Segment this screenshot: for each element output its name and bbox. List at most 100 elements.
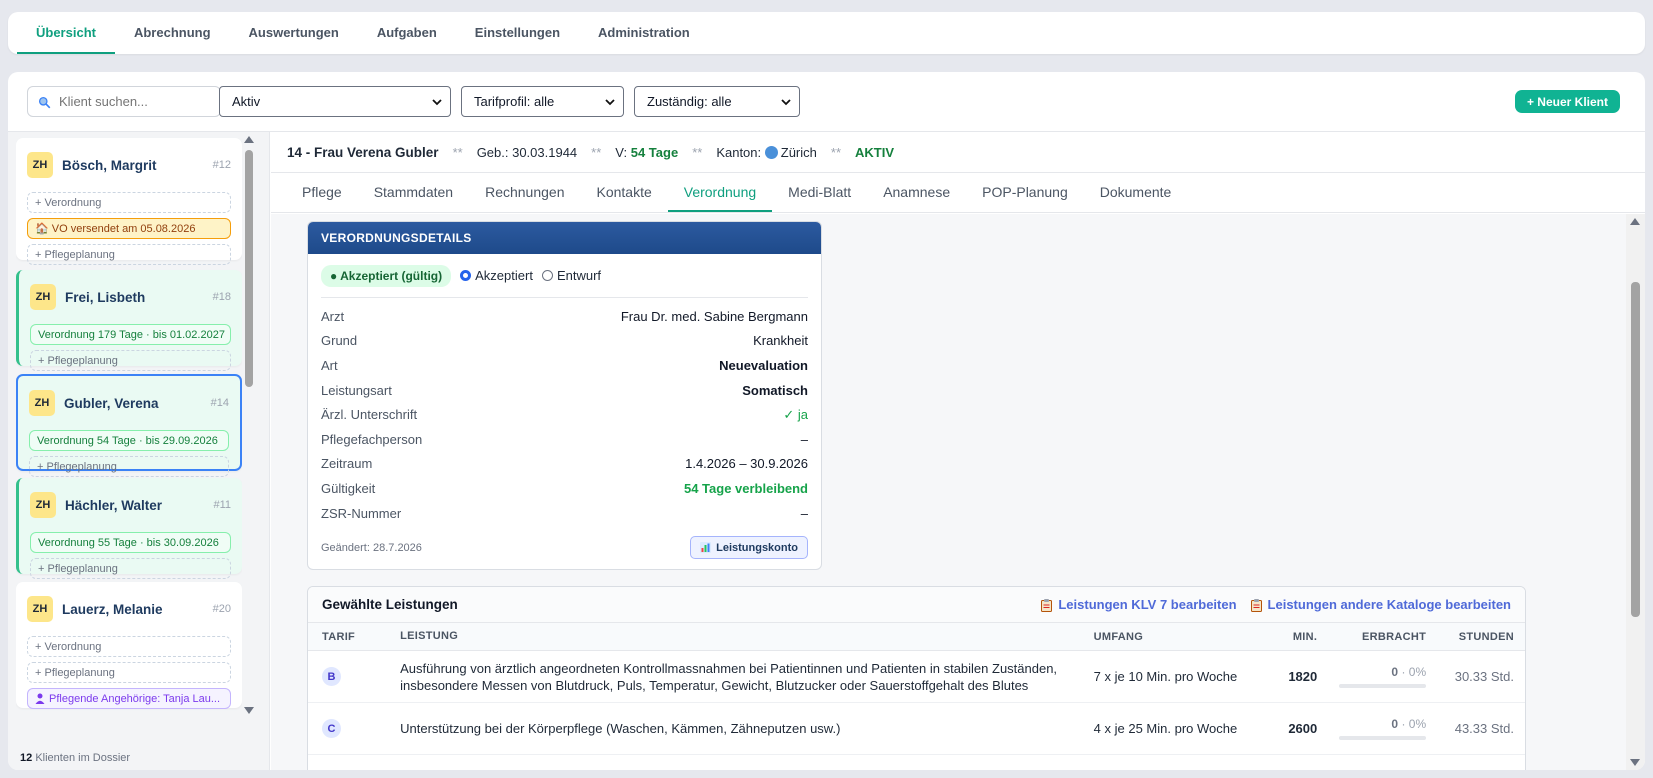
patient-status: AKTIV <box>855 144 895 160</box>
table-row[interactable]: B Ausführung von ärztlich angeordneten K… <box>308 651 1525 703</box>
tab-pop-planung[interactable]: POP-Planung <box>966 173 1084 212</box>
scroll-up-icon[interactable] <box>244 136 254 143</box>
leistung-text: Ausführung von ärztlich angeordneten Kon… <box>400 660 1058 693</box>
client-name: Hächler, Walter <box>65 497 163 513</box>
add-pflegeplanung-button[interactable]: + Pflegeplanung <box>30 350 231 371</box>
nav-tab-einstellungen[interactable]: Einstellungen <box>456 12 579 54</box>
client-search[interactable] <box>27 86 221 117</box>
detail-key: Ärzl. Unterschrift <box>321 407 418 423</box>
verordnung-scroll-area: VERORDNUNGSDETAILS ● Akzeptiert (gültig)… <box>271 214 1645 770</box>
table-row[interactable]: C Unterstützung bei der Körperpflege (Wa… <box>308 703 1525 755</box>
erbracht-bar <box>1339 736 1427 740</box>
kanton-label: Kanton: <box>716 144 762 160</box>
tarif-badge: C <box>322 719 341 738</box>
client-card[interactable]: ZH Frei, Lisbeth #18 Verordnung 179 Tage… <box>16 270 242 371</box>
client-id: #11 <box>213 499 231 511</box>
detail-value: ✓ ja <box>783 406 808 422</box>
edit-other-catalogs-link[interactable]: Leistungen andere Kataloge bearbeiten <box>1250 597 1511 613</box>
tab-anamnese[interactable]: Anamnese <box>867 173 966 212</box>
status-badge: ● Akzeptiert (gültig) <box>321 264 452 287</box>
detail-key: Pflegefachperson <box>321 431 423 447</box>
nav-tab-uebersicht[interactable]: Übersicht <box>17 12 115 54</box>
verordnung-days-label: V: <box>615 144 628 160</box>
kanton-flag-icon <box>764 145 778 159</box>
add-pflegeplanung-button[interactable]: + Pflegeplanung <box>30 558 231 579</box>
verordnung-status-badge: Verordnung 179 Tage · bis 01.02.2027 <box>30 324 231 345</box>
scroll-down-icon[interactable] <box>1630 759 1640 766</box>
chevron-down-icon <box>605 98 615 105</box>
patient-content: 14 - Frau Verena Gubler ** Geb.: 30.03.1… <box>271 132 1645 770</box>
content-scroll-thumb[interactable] <box>1631 282 1640 617</box>
kanton-badge: ZH <box>27 152 53 178</box>
tarifprofil-select[interactable]: Tarifprofil: alle <box>461 86 624 117</box>
client-card[interactable]: ZH Hächler, Walter #11 Verordnung 55 Tag… <box>16 478 242 579</box>
sidebar-scrollbar[interactable] <box>244 136 256 714</box>
content-scrollbar[interactable] <box>1626 214 1645 770</box>
radio-akzeptiert-label: Akzeptiert <box>475 268 533 283</box>
caregiver-badge: Pflegende Angehörige: Tanja Lau... <box>27 688 231 709</box>
nav-tab-administration[interactable]: Administration <box>579 12 709 54</box>
status-select[interactable]: Aktiv <box>219 86 451 117</box>
scroll-up-icon[interactable] <box>1630 218 1640 225</box>
detail-value: – <box>800 431 808 447</box>
tab-dokumente[interactable]: Dokumente <box>1084 173 1188 212</box>
erbracht-value: 0 <box>1391 665 1399 679</box>
nav-tab-auswertungen[interactable]: Auswertungen <box>230 12 358 54</box>
details-list: Arzt Frau Dr. med. Sabine Bergmann Grund K… <box>321 298 808 525</box>
radio-entwurf-label: Entwurf <box>556 268 602 283</box>
detail-value: Somatisch <box>742 382 808 398</box>
radio-akzeptiert[interactable]: Akzeptiert <box>460 268 533 283</box>
umfang-text: 4 x je 25 Min. pro Woche <box>1093 720 1238 736</box>
detail-key: Leistungsart <box>321 382 392 398</box>
tarifprofil-select-value: Tarifprofil: alle <box>474 94 555 109</box>
tab-rechnungen[interactable]: Rechnungen <box>469 173 580 212</box>
nav-tab-abrechnung[interactable]: Abrechnung <box>115 12 230 54</box>
status-row: ● Akzeptiert (gültig) Akzeptiert Entwurf <box>321 254 808 298</box>
zustaendig-select[interactable]: Zuständig: alle <box>634 86 800 117</box>
detail-row: Art Neuevaluation <box>321 353 808 378</box>
edit-other-catalogs-label: Leistungen andere Kataloge bearbeiten <box>1267 597 1511 612</box>
add-verordnung-button[interactable]: + Verordnung <box>27 636 231 657</box>
tab-verordnung[interactable]: Verordnung <box>667 173 773 212</box>
bar-chart-icon <box>700 542 712 554</box>
detail-value: 54 Tage verbleibend <box>683 480 808 496</box>
sidebar-scroll-thumb[interactable] <box>245 150 253 387</box>
client-list: ZH Bösch, Margrit #12 + Verordnung 🏠 VO … <box>16 136 242 736</box>
nav-tab-aufgaben[interactable]: Aufgaben <box>358 12 456 54</box>
erbracht-percent: · 0% <box>1401 717 1427 731</box>
tab-stammdaten[interactable]: Stammdaten <box>358 173 469 212</box>
tab-medi-blatt[interactable]: Medi-Blatt <box>772 173 867 212</box>
kanton-badge: ZH <box>30 284 56 310</box>
new-client-button[interactable]: + Neuer Klient <box>1514 90 1620 113</box>
vo-sent-badge: 🏠 VO versendet am 05.08.2026 <box>27 218 231 239</box>
add-pflegeplanung-button[interactable]: + Pflegeplanung <box>27 662 231 683</box>
clipboard-icon <box>1250 597 1262 613</box>
add-pflegeplanung-button[interactable]: + Pflegeplanung <box>27 244 231 265</box>
radio-unchecked-icon[interactable] <box>541 270 553 281</box>
radio-entwurf[interactable]: Entwurf <box>541 268 602 283</box>
client-card[interactable]: ZH Bösch, Margrit #12 + Verordnung 🏠 VO … <box>16 138 242 265</box>
scroll-down-icon[interactable] <box>244 707 254 714</box>
leistungskonto-button[interactable]: Leistungskonto <box>690 536 808 559</box>
client-card[interactable]: ZH Lauerz, Melanie #20 + Verordnung + Pf… <box>16 582 242 709</box>
details-footer: Geändert: 28.7.2026 Leistungskonto <box>321 536 808 559</box>
clipboard-icon <box>1041 597 1053 613</box>
leistungen-card: Gewählte Leistungen Leistungen KLV 7 bea… <box>307 586 1526 770</box>
verordnung-status-badge: Verordnung 55 Tage · bis 30.09.2026 <box>30 532 231 553</box>
add-verordnung-button[interactable]: + Verordnung <box>27 192 231 213</box>
detail-key: Art <box>321 357 338 373</box>
edit-klv7-link[interactable]: Leistungen KLV 7 bearbeiten <box>1041 597 1237 613</box>
detail-row: ZSR-Nummer – <box>321 501 808 526</box>
radio-checked-icon[interactable] <box>460 270 472 281</box>
changed-date: Geändert: 28.7.2026 <box>321 541 422 554</box>
client-search-input[interactable] <box>59 94 199 109</box>
detail-value: 1.4.2026 – 30.9.2026 <box>685 456 808 472</box>
edit-klv7-label: Leistungen KLV 7 bearbeiten <box>1058 597 1237 612</box>
add-pflegeplanung-button[interactable]: + Pflegeplanung <box>29 456 229 477</box>
client-card-selected[interactable]: ZH Gubler, Verena #14 Verordnung 54 Tage… <box>16 374 242 477</box>
tab-kontakte[interactable]: Kontakte <box>580 173 667 212</box>
detail-row: Ärzl. Unterschrift ✓ ja <box>321 402 808 427</box>
verordnung-details-card: VERORDNUNGSDETAILS ● Akzeptiert (gültig)… <box>307 221 822 570</box>
leistungen-header: Gewählte Leistungen Leistungen KLV 7 bea… <box>308 587 1525 623</box>
tab-pflege[interactable]: Pflege <box>286 173 358 212</box>
